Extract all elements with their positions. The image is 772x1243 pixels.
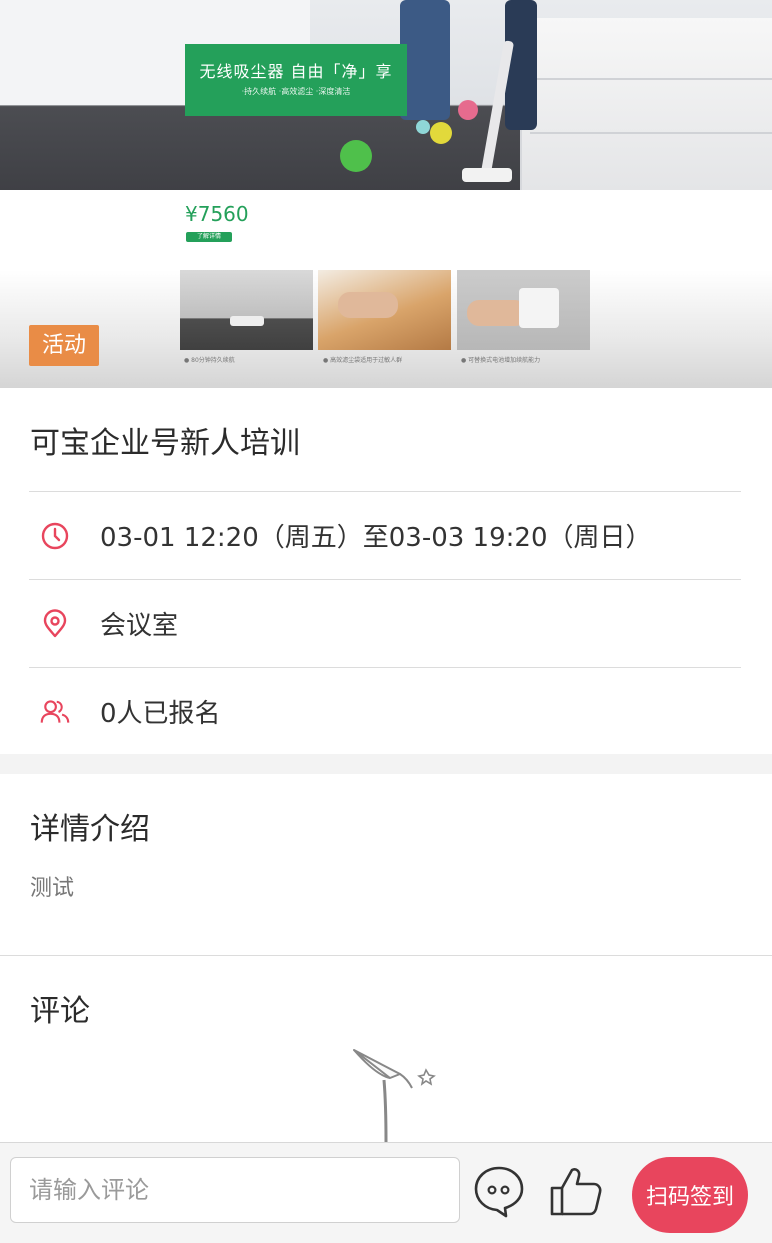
scan-checkin-button[interactable]: 扫码签到: [632, 1157, 748, 1233]
product-price: ¥7560: [185, 202, 249, 226]
promo-box: 无线吸尘器 自由「净」享 ·持久续航 ·高效滤尘 ·深度清洁: [185, 44, 407, 116]
event-location: 会议室: [100, 611, 179, 641]
chat-bubble-icon[interactable]: [471, 1163, 527, 1219]
feature-thumb-replaceable-battery: [457, 270, 590, 350]
promo-subtitle: ·持久续航 ·高效滤尘 ·深度清洁: [241, 87, 351, 96]
price-badge: 了解详情: [186, 232, 232, 242]
details-heading: 详情介绍: [30, 812, 150, 847]
divider: [0, 955, 772, 956]
event-signups: 0人已报名: [100, 699, 221, 729]
event-time: 03-01 12:20（周五）至03-03 19:20（周日）: [100, 523, 652, 553]
feature-caption: ● 80分钟持久续航: [184, 357, 235, 364]
event-location-row[interactable]: 会议室: [0, 580, 772, 667]
location-pin-icon: [40, 608, 70, 639]
section-gap: [0, 754, 772, 774]
comment-input[interactable]: [10, 1157, 460, 1223]
thumbs-up-icon[interactable]: [548, 1163, 604, 1219]
empty-comments-illustration: [340, 1044, 440, 1144]
event-banner: 无线吸尘器 自由「净」享 ·持久续航 ·高效滤尘 ·深度清洁 ¥7560 了解详…: [0, 0, 772, 388]
banner-photo: 无线吸尘器 自由「净」享 ·持久续航 ·高效滤尘 ·深度清洁: [0, 0, 772, 190]
activity-tag: 活动: [29, 325, 99, 366]
event-time-row: 03-01 12:20（周五）至03-03 19:20（周日）: [0, 492, 772, 579]
feature-thumb-battery: [180, 270, 313, 350]
feature-caption: ● 高效滤尘袋适用于过敏人群: [323, 357, 403, 364]
promo-title: 无线吸尘器 自由「净」享: [199, 62, 393, 81]
event-signups-row[interactable]: 0人已报名: [0, 668, 772, 755]
comments-heading: 评论: [30, 994, 90, 1029]
details-content: 测试: [30, 876, 75, 901]
event-title: 可宝企业号新人培训: [30, 426, 300, 461]
feature-thumb-filter: [318, 270, 451, 350]
clock-icon: [40, 521, 70, 551]
users-icon: [40, 697, 70, 727]
bottom-action-bar: 扫码签到: [0, 1142, 772, 1243]
feature-caption: ● 可替换式电池增加续航能力: [461, 357, 541, 364]
